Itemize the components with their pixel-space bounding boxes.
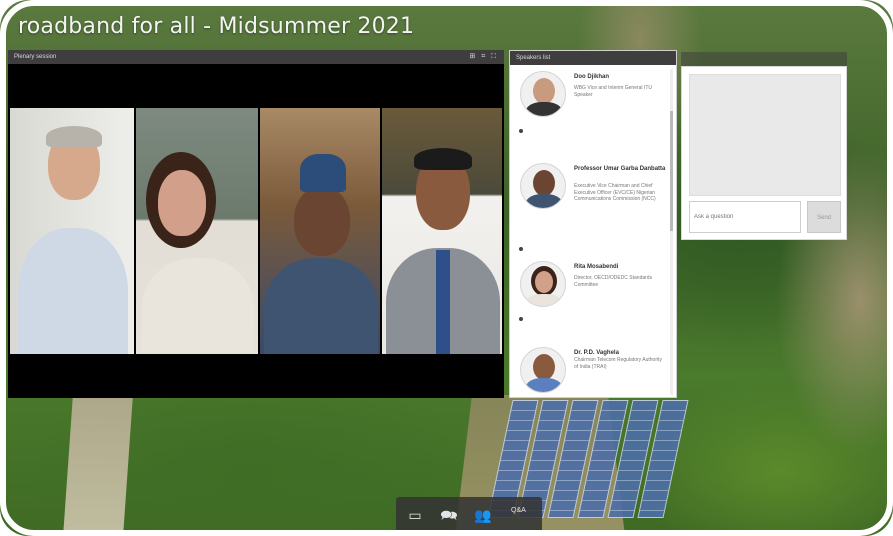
speaker-name: Professor Umar Garba Danbatta: [574, 166, 666, 172]
bullet-icon: [519, 247, 523, 251]
speakers-header: Speakers list: [510, 51, 676, 65]
speaker-name: Dr. P.D. Vaghela: [574, 350, 619, 356]
participant-face: [158, 170, 206, 236]
speakers-panel[interactable]: Speakers list Doo Djikhan WBG Vice and I…: [509, 50, 677, 398]
dirt-road: [63, 395, 133, 536]
participant-tile[interactable]: [382, 108, 502, 354]
video-header: Plenary session ⊞ ⌗ ⛶: [8, 50, 504, 64]
bullet-icon: [519, 317, 523, 321]
avatar: [520, 71, 566, 117]
participant-body: [264, 258, 378, 354]
chat-header: [681, 52, 847, 66]
speaker-role: Executive Vice Chairman and Chief Execut…: [574, 183, 656, 202]
speaker-role: Chairman Telecom Regulatory Authority of…: [574, 357, 663, 370]
speaker-name: Rita Mosabendi: [574, 264, 619, 270]
participant-hair: [414, 148, 472, 170]
chat-input[interactable]: [689, 201, 801, 233]
bullet-icon: [519, 129, 523, 133]
chat-panel[interactable]: Send: [681, 66, 847, 240]
participant-tile[interactable]: [136, 108, 258, 354]
event-title: roadband for all - Midsummer 2021: [18, 14, 415, 39]
send-button[interactable]: Send: [807, 201, 841, 233]
speaker-name: Doo Djikhan: [574, 74, 610, 80]
participant-face: [294, 186, 350, 256]
avatar: [520, 163, 566, 209]
participant-body: [142, 258, 254, 354]
video-header-label: Plenary session: [14, 54, 57, 60]
video-controls[interactable]: ⊞ ⌗ ⛶: [469, 50, 498, 64]
avatar: [520, 347, 566, 393]
chat-messages: [689, 74, 841, 196]
video-panel[interactable]: Plenary session ⊞ ⌗ ⛶: [8, 50, 504, 398]
avatar: [520, 261, 566, 307]
speaker-role: WBG Vice and Interim General ITU Speaker: [574, 85, 652, 98]
participant-tile[interactable]: [10, 108, 134, 354]
participant-tile[interactable]: [260, 108, 380, 354]
participant-body: [18, 228, 128, 354]
speakers-scroll-thumb[interactable]: [670, 111, 673, 231]
meeting-toolbar: ▭ 🗪 👥 Q&A: [396, 497, 542, 533]
participant-tie: [436, 250, 450, 354]
speaker-role: Director, OECD/ODEDC Standards Committee: [574, 275, 653, 288]
chat-icon[interactable]: 🗪: [438, 505, 460, 525]
screen-share-icon[interactable]: ▭: [404, 505, 426, 525]
participant-hair: [46, 126, 102, 148]
people-icon[interactable]: 👥: [472, 505, 494, 525]
participant-cap: [300, 154, 346, 192]
qa-button[interactable]: Q&A: [511, 507, 526, 514]
